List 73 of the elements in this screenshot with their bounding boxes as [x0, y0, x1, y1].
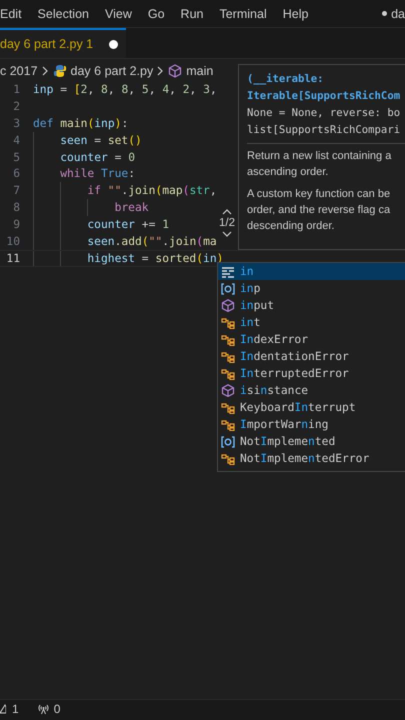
- signature-text: (__iterable:: [247, 72, 325, 87]
- class-icon: [221, 316, 235, 328]
- suggestion-item[interactable]: inp: [218, 280, 405, 297]
- suggestion-item[interactable]: IndexError: [218, 331, 405, 348]
- suggestion-item[interactable]: InterruptedError: [218, 365, 405, 382]
- suggestion-item[interactable]: int: [218, 314, 405, 331]
- editor-tab[interactable]: day 6 part 2.py 1: [0, 28, 126, 58]
- chevron-up-icon[interactable]: [222, 208, 232, 215]
- line-number: 8: [12, 201, 20, 214]
- line-number: 3: [12, 116, 20, 130]
- ports-count: 0: [54, 702, 60, 716]
- variable-icon: [221, 282, 235, 294]
- code-line: while True:: [60, 167, 136, 180]
- chevron-right-icon: [42, 66, 49, 76]
- cube-icon: [221, 384, 235, 397]
- class-icon: [221, 418, 235, 430]
- suggestion-item[interactable]: IndentationError: [218, 348, 405, 365]
- chevron-right-icon: [157, 66, 164, 76]
- signature-text: None = None, reverse: bo: [247, 106, 402, 121]
- menu-item[interactable]: Help: [274, 6, 316, 20]
- code-line: seen = set(): [60, 134, 142, 147]
- signature-text: Iterable[SupportsRichCom: [247, 89, 402, 104]
- code-line: break: [114, 201, 149, 214]
- code-line: seen.add("".join(ma: [87, 234, 217, 248]
- line-number: 2: [12, 100, 20, 113]
- menu-item[interactable]: View: [96, 6, 140, 20]
- doc-text: Return a new list containing a ascending order.: [247, 149, 392, 180]
- code-line: def main(inp):: [33, 116, 128, 130]
- chevron-down-icon[interactable]: [222, 231, 232, 238]
- suggestion-item[interactable]: ImportWarning: [218, 416, 405, 433]
- menu-item[interactable]: Edit: [0, 6, 30, 20]
- code-line: counter += 1: [87, 218, 170, 232]
- class-icon: [221, 350, 235, 362]
- code-line: counter = 0: [60, 150, 136, 164]
- python-icon: [52, 64, 67, 78]
- line-number: 4: [12, 134, 20, 147]
- code-line: inp = [2, 8, 8, 5, 4, 2, 3,: [33, 82, 217, 96]
- suggestion-item[interactable]: NotImplementedError: [218, 450, 405, 467]
- cube-icon: [168, 64, 182, 78]
- breadcrumb-item[interactable]: day 6 part 2.py: [70, 64, 154, 78]
- breadcrumb-item[interactable]: c 2017: [0, 64, 38, 78]
- signature-text: list[SupportsRichCompari: [247, 123, 402, 138]
- line-number: 1: [12, 82, 20, 96]
- line-number: 11: [5, 252, 20, 265]
- doc-text: A custom key function can be order, and the reverse flag ca descending order.: [247, 187, 392, 234]
- line-number: 10: [5, 234, 20, 248]
- variable-icon: [221, 436, 235, 448]
- menu-item[interactable]: Selection: [30, 6, 97, 20]
- suggestion-item[interactable]: KeyboardInterrupt: [218, 399, 405, 416]
- class-icon: [221, 452, 235, 464]
- suggestion-item[interactable]: in: [218, 263, 405, 280]
- class-icon: [221, 368, 235, 380]
- line-number: 5: [12, 150, 20, 164]
- line-number: 6: [12, 167, 20, 180]
- line-number: 7: [12, 184, 20, 198]
- breadcrumb-item[interactable]: main: [186, 64, 214, 78]
- keyword-icon: [221, 266, 235, 278]
- menu-item[interactable]: Terminal: [211, 6, 275, 20]
- warning-icon: [0, 704, 6, 714]
- broadcast-icon: [36, 703, 50, 715]
- warning-count: 1: [12, 702, 19, 716]
- suggestion-item[interactable]: NotImplemented: [218, 433, 405, 450]
- suggestion-item[interactable]: isinstance: [218, 382, 405, 399]
- menu-item[interactable]: Go: [140, 6, 173, 20]
- menu-item[interactable]: Run: [172, 6, 212, 20]
- overload-counter: 1/2: [219, 217, 235, 229]
- suggestion-item[interactable]: input: [218, 297, 405, 314]
- line-number: 9: [12, 218, 20, 232]
- window-title: da: [391, 6, 405, 20]
- class-icon: [221, 402, 235, 414]
- class-icon: [221, 334, 235, 346]
- code-line: if "".join(map(str,: [87, 184, 217, 198]
- cube-icon: [221, 299, 235, 312]
